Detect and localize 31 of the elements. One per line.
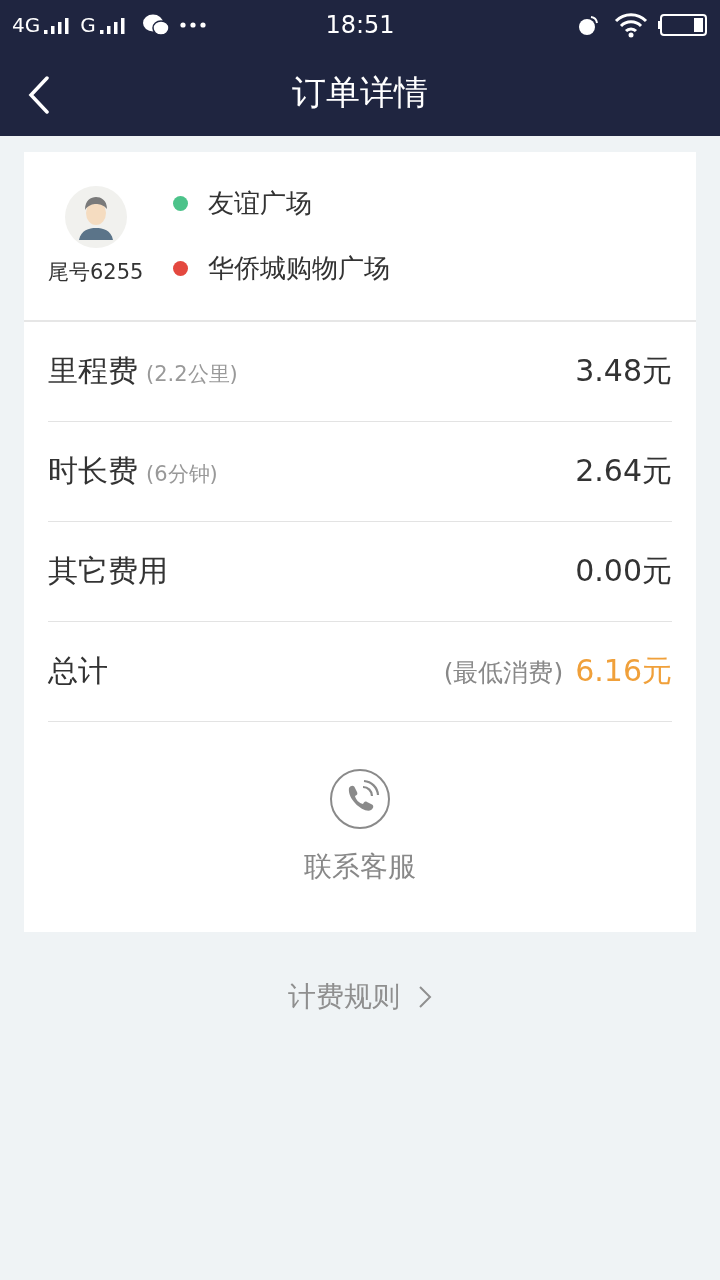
driver-tail-number: 尾号6255 (48, 259, 144, 286)
fee-note: (2.2公里) (146, 361, 238, 388)
chevron-right-icon (418, 985, 432, 1009)
avatar-icon (64, 186, 127, 248)
fee-note: (最低消费) (443, 657, 564, 689)
pricing-rules-link[interactable]: 计费规则 (288, 978, 432, 1016)
signal-icon (44, 16, 71, 34)
network-type: G (80, 13, 96, 37)
network-type: 4G (12, 13, 41, 37)
phone-button[interactable] (329, 768, 391, 830)
clock-time: 18:51 (325, 11, 395, 39)
fee-label: 里程费 (48, 352, 138, 390)
total-amount: 6.16元 (575, 652, 672, 690)
page-title: 订单详情 (292, 71, 428, 114)
stop-name: 友谊广场 (208, 187, 313, 220)
chat-icon (141, 13, 170, 37)
phone-icon (329, 768, 391, 830)
more-icon (179, 22, 206, 28)
signal-icon (99, 16, 126, 34)
fee-note: (6分钟) (146, 461, 218, 488)
contact-support-label: 联系客服 (304, 849, 416, 885)
fee-label: 总计 (48, 652, 108, 690)
stop-name: 华侨城购物广场 (208, 252, 391, 285)
back-icon (28, 76, 50, 114)
fee-amount: 2.64元 (575, 452, 672, 490)
fee-label: 时长费 (48, 452, 138, 490)
fee-label: 其它费用 (48, 552, 168, 590)
fee-amount: 3.48元 (575, 352, 672, 390)
wifi-icon (614, 12, 648, 38)
fee-amount: 0.00元 (575, 552, 672, 590)
battery-icon (658, 14, 708, 36)
